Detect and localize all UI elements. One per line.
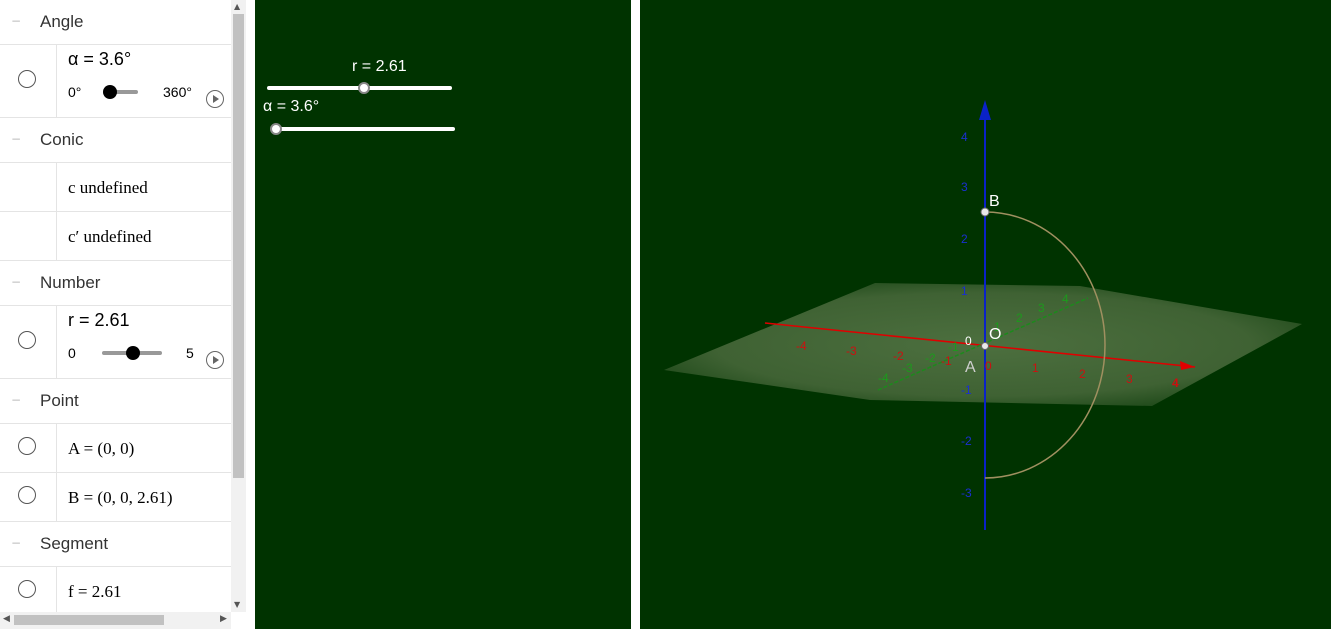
- alpha-slider-point[interactable]: [269, 123, 282, 135]
- x-tick-label: -4: [796, 339, 807, 353]
- x-tick-label: -1: [941, 354, 952, 368]
- x-tick-label: 1: [1032, 361, 1039, 375]
- y-tick-label: 3: [1038, 301, 1045, 315]
- point-a-label: A: [965, 359, 976, 376]
- view-divider[interactable]: [631, 0, 640, 629]
- conic-c2-row[interactable]: c′ undefined: [0, 212, 231, 261]
- z-axis-arrow-icon: [979, 100, 991, 120]
- r-slider-label: r = 2.61: [352, 58, 407, 75]
- y-tick-label: -1: [948, 340, 959, 354]
- point-b-marker[interactable]: [980, 207, 990, 217]
- conic-c-row[interactable]: c undefined: [0, 163, 231, 212]
- conic-c2-definition[interactable]: c′ undefined: [68, 227, 152, 247]
- y-tick-label: -4: [878, 371, 889, 385]
- z-tick-label: 3: [961, 180, 968, 194]
- point-b-label: B: [989, 193, 1000, 210]
- collapse-icon[interactable]: −: [10, 394, 22, 406]
- x-tick-label: 2: [1079, 367, 1086, 381]
- group-label: Conic: [40, 130, 84, 149]
- vertical-scrollbar[interactable]: ▲ ▼: [231, 0, 246, 612]
- alpha-slider-line[interactable]: [274, 127, 455, 131]
- segment-f-definition[interactable]: f = 2.61: [68, 582, 122, 602]
- slider-min-label: 0: [68, 345, 76, 361]
- group-header-point[interactable]: − Point: [0, 379, 231, 424]
- point-b-definition[interactable]: B = (0, 0, 2.61): [68, 488, 173, 508]
- r-slider-knob[interactable]: [126, 346, 141, 360]
- z-tick-label: 4: [961, 130, 968, 144]
- visibility-toggle: [0, 163, 57, 211]
- y-tick-label: -3: [902, 361, 913, 375]
- x-tick-label: 0: [985, 359, 992, 373]
- visibility-marble-icon[interactable]: [18, 437, 36, 455]
- group-label: Point: [40, 391, 79, 410]
- point-a-row[interactable]: A = (0, 0): [0, 424, 231, 473]
- collapse-icon[interactable]: −: [10, 537, 22, 549]
- z-tick-label: 2: [961, 232, 968, 246]
- z-tick-label: -1: [961, 383, 972, 397]
- origin-label: 0: [965, 334, 972, 348]
- algebra-view: − Angle α = 3.6° 0° 360° − Conic c undef…: [0, 0, 231, 612]
- horizontal-scrollbar[interactable]: ◀ ▶: [0, 612, 231, 629]
- scroll-up-icon[interactable]: ▲: [234, 2, 240, 11]
- collapse-icon[interactable]: −: [10, 15, 22, 27]
- visibility-marble-icon[interactable]: [18, 331, 36, 349]
- slider-min-label: 0°: [68, 84, 82, 100]
- view-divider[interactable]: [246, 0, 255, 629]
- x-tick-label: 3: [1126, 372, 1133, 386]
- collapse-icon[interactable]: −: [10, 133, 22, 145]
- play-icon[interactable]: [206, 351, 224, 369]
- visibility-toggle: [0, 212, 57, 260]
- y-tick-label: 4: [1062, 292, 1069, 306]
- x-tick-label: 4: [1172, 376, 1179, 390]
- scroll-down-icon[interactable]: ▼: [234, 600, 240, 609]
- alpha-slider-knob[interactable]: [103, 85, 118, 99]
- scrollbar-thumb[interactable]: [14, 615, 164, 625]
- visibility-marble-icon[interactable]: [18, 580, 36, 598]
- visibility-toggle[interactable]: [0, 567, 57, 612]
- 3d-scene[interactable]: 4 3 2 1 -1 -2 -3 -4 -3 -2 -1 0 1 2 3 4 -…: [640, 0, 1331, 629]
- group-header-conic[interactable]: − Conic: [0, 118, 231, 163]
- scroll-right-icon[interactable]: ▶: [220, 614, 227, 624]
- graphics-view-2d[interactable]: r = 2.61 α = 3.6°: [255, 0, 631, 629]
- alpha-slider-label: α = 3.6°: [263, 98, 320, 115]
- z-tick-label: -2: [961, 434, 972, 448]
- group-header-angle[interactable]: − Angle: [0, 0, 231, 45]
- alpha-definition[interactable]: α = 3.6°: [68, 49, 131, 70]
- play-icon[interactable]: [206, 90, 224, 108]
- group-header-segment[interactable]: − Segment: [0, 522, 231, 567]
- point-a-definition[interactable]: A = (0, 0): [68, 439, 134, 459]
- y-tick-label: 2: [1016, 311, 1023, 325]
- alpha-slider-row[interactable]: α = 3.6° 0° 360°: [0, 45, 231, 118]
- group-label: Angle: [40, 12, 84, 31]
- r-definition[interactable]: r = 2.61: [68, 310, 130, 331]
- graphics-view-3d[interactable]: 4 3 2 1 -1 -2 -3 -4 -3 -2 -1 0 1 2 3 4 -…: [640, 0, 1331, 629]
- y-tick-label: -2: [925, 351, 936, 365]
- point-b-row[interactable]: B = (0, 0, 2.61): [0, 473, 231, 522]
- visibility-toggle[interactable]: [0, 45, 57, 117]
- visibility-marble-icon[interactable]: [18, 70, 36, 88]
- z-tick-label: 1: [961, 284, 968, 298]
- segment-f-row[interactable]: f = 2.61: [0, 567, 231, 612]
- scrollbar-thumb[interactable]: [233, 14, 244, 478]
- visibility-marble-icon[interactable]: [18, 486, 36, 504]
- conic-c-definition[interactable]: c undefined: [68, 178, 148, 198]
- group-label: Segment: [40, 534, 109, 553]
- x-tick-label: -3: [846, 344, 857, 358]
- group-label: Number: [40, 273, 101, 292]
- r-slider-row[interactable]: r = 2.61 0 5: [0, 306, 231, 379]
- point-o-marker[interactable]: [981, 342, 989, 350]
- visibility-toggle[interactable]: [0, 306, 57, 378]
- r-slider-point[interactable]: [357, 82, 370, 94]
- point-o-label: O: [989, 326, 1001, 343]
- scroll-left-icon[interactable]: ◀: [3, 614, 10, 624]
- group-header-number[interactable]: − Number: [0, 261, 231, 306]
- z-tick-label: -3: [961, 486, 972, 500]
- slider-max-label: 360°: [163, 84, 192, 100]
- visibility-toggle[interactable]: [0, 473, 57, 521]
- collapse-icon[interactable]: −: [10, 276, 22, 288]
- visibility-toggle[interactable]: [0, 424, 57, 472]
- slider-max-label: 5: [186, 345, 194, 361]
